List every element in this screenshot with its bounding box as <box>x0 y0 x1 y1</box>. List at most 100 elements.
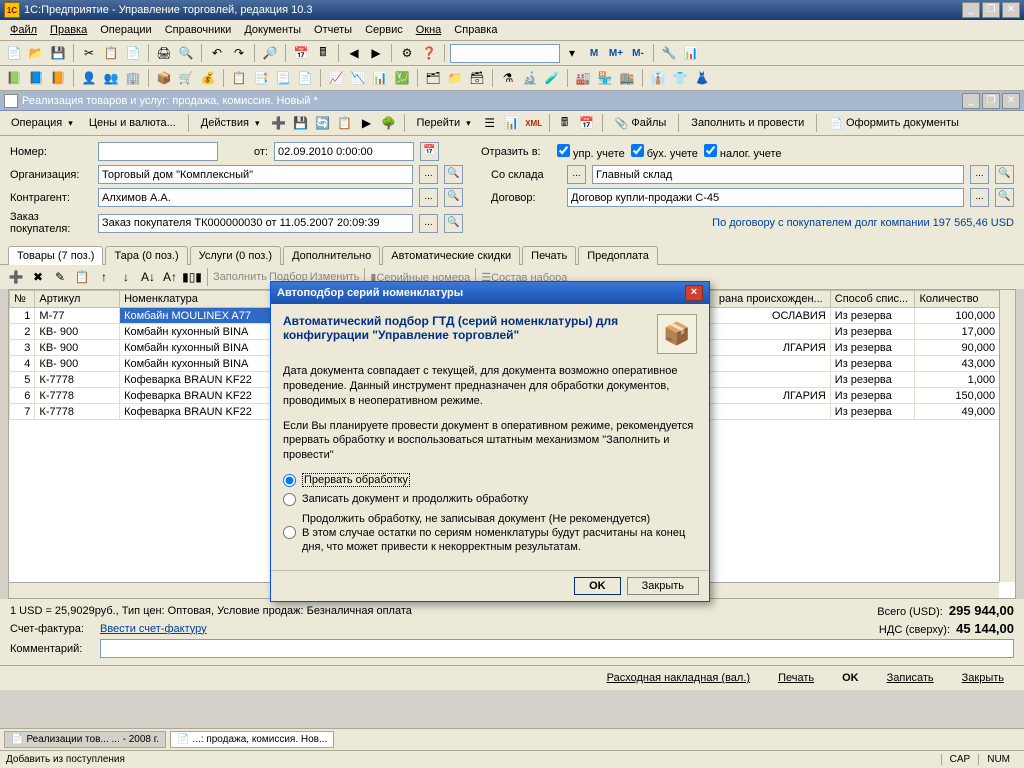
tb2-icon[interactable]: 📉 <box>348 68 368 88</box>
doc-minimize-button[interactable]: _ <box>962 93 980 109</box>
tb2-icon[interactable]: 👕 <box>670 68 690 88</box>
tb2-icon[interactable]: 📦 <box>154 68 174 88</box>
debt-link[interactable]: По договору с покупателем долг компании … <box>469 217 1014 229</box>
cal2-icon[interactable]: 📅 <box>577 113 597 133</box>
radio-save-continue[interactable]: Записать документ и продолжить обработку <box>283 492 697 506</box>
sort-za-icon[interactable]: A↑ <box>160 267 180 287</box>
menu-file[interactable]: Файл <box>4 22 43 38</box>
close-button[interactable]: ✕ <box>1002 2 1020 18</box>
org-choose-button[interactable]: ... <box>419 165 438 184</box>
tb2-icon[interactable]: 📊 <box>370 68 390 88</box>
list-icon[interactable]: ☰ <box>480 113 500 133</box>
minimize-button[interactable]: _ <box>962 2 980 18</box>
tb2-icon[interactable]: 📈 <box>326 68 346 88</box>
menu-help[interactable]: Справка <box>448 22 503 38</box>
copy-icon[interactable]: 📋 <box>101 43 121 63</box>
contr-open-button[interactable]: 🔍 <box>444 188 463 207</box>
calc-dropdown-icon[interactable]: ▾ <box>562 43 582 63</box>
copy-doc-icon[interactable]: 📋 <box>335 113 355 133</box>
tab-tara[interactable]: Тара (0 поз.) <box>105 246 187 265</box>
prev-icon[interactable]: ◀ <box>344 43 364 63</box>
issue-docs-button[interactable]: 📄Оформить документы <box>822 115 966 132</box>
order-choose-button[interactable]: ... <box>419 214 438 233</box>
tool2-icon[interactable]: 🔧 <box>659 43 679 63</box>
tb2-icon[interactable]: 🏪 <box>595 68 615 88</box>
actions-button[interactable]: Действия <box>194 115 267 131</box>
open-icon[interactable]: 📂 <box>26 43 46 63</box>
contr-choose-button[interactable]: ... <box>419 188 438 207</box>
tab-discounts[interactable]: Автоматические скидки <box>382 246 520 265</box>
tab-services[interactable]: Услуги (0 поз.) <box>190 246 281 265</box>
tb2-icon[interactable]: 🛒 <box>176 68 196 88</box>
chk-nal[interactable]: налог. учете <box>704 144 782 160</box>
grid-vscroll[interactable] <box>999 290 1015 582</box>
barcode-icon[interactable]: ▮▯▮ <box>182 267 202 287</box>
up-icon[interactable]: ↑ <box>94 267 114 287</box>
mem-m-button[interactable]: M <box>584 43 604 63</box>
tab-print[interactable]: Печать <box>522 246 576 265</box>
go-button[interactable]: Перейти <box>410 115 478 131</box>
menu-documents[interactable]: Документы <box>238 22 307 38</box>
report-icon[interactable]: 📊 <box>502 113 522 133</box>
struct-icon[interactable]: 🌳 <box>379 113 399 133</box>
tool-icon[interactable]: ⚙ <box>397 43 417 63</box>
tab-additional[interactable]: Дополнительно <box>283 246 380 265</box>
tb2-icon[interactable]: 🏬 <box>617 68 637 88</box>
del-row-icon[interactable]: ✖ <box>28 267 48 287</box>
xml-icon[interactable]: XML <box>524 113 544 133</box>
number-input[interactable] <box>98 142 218 161</box>
tb2-icon[interactable]: 🏭 <box>573 68 593 88</box>
comment-input[interactable] <box>100 639 1014 658</box>
down-icon[interactable]: ↓ <box>116 267 136 287</box>
radio-abort-input[interactable] <box>283 474 296 487</box>
post-doc-icon[interactable]: ▶ <box>357 113 377 133</box>
doc-close-button[interactable]: ✕ <box>1002 93 1020 109</box>
org-open-button[interactable]: 🔍 <box>444 165 463 184</box>
close-doc-button[interactable]: Закрыть <box>952 670 1014 686</box>
post-icon[interactable]: ➕ <box>269 113 289 133</box>
next-icon[interactable]: ▶ <box>366 43 386 63</box>
tb2-icon[interactable]: 🗃 <box>467 68 487 88</box>
org-input[interactable] <box>98 165 413 184</box>
menu-windows[interactable]: Окна <box>410 22 448 38</box>
date-picker-button[interactable]: 📅 <box>420 142 439 161</box>
order-open-button[interactable]: 🔍 <box>444 214 463 233</box>
chk-upr[interactable]: упр. учете <box>557 144 625 160</box>
add-row-icon[interactable]: ➕ <box>6 267 26 287</box>
tool3-icon[interactable]: 📊 <box>681 43 701 63</box>
chk-buh[interactable]: бух. учете <box>631 144 698 160</box>
tb2-icon[interactable]: 📄 <box>295 68 315 88</box>
new-icon[interactable]: 📄 <box>4 43 24 63</box>
col-nomenclature[interactable]: Номенклатура <box>120 291 279 308</box>
tb2-icon[interactable]: 👗 <box>692 68 712 88</box>
tb2-icon[interactable]: 📗 <box>4 68 24 88</box>
modal-close-btn[interactable]: Закрыть <box>627 577 699 595</box>
radio-save-input[interactable] <box>283 493 296 506</box>
save-icon[interactable]: 💾 <box>48 43 68 63</box>
tab-goods[interactable]: Товары (7 поз.) <box>8 246 103 265</box>
modal-close-button[interactable]: × <box>685 285 703 301</box>
sort-az-icon[interactable]: A↓ <box>138 267 158 287</box>
col-n[interactable]: № <box>10 291 35 308</box>
tb2-icon[interactable]: 👔 <box>648 68 668 88</box>
calc-doc-icon[interactable]: 🖩 <box>555 113 575 133</box>
dog-choose-button[interactable]: ... <box>970 188 989 207</box>
taskbar-item[interactable]: 📄...: продажа, комиссия. Нов... <box>170 731 334 748</box>
preview-icon[interactable]: 🔍 <box>176 43 196 63</box>
invoice-link[interactable]: Расходная накладная (вал.) <box>597 670 760 686</box>
tab-prepay[interactable]: Предоплата <box>578 246 658 265</box>
sf-link[interactable]: Ввести счет-фактуру <box>100 623 207 635</box>
radio-abort[interactable]: Прервать обработку <box>283 473 697 487</box>
contr-input[interactable] <box>98 188 413 207</box>
tb2-icon[interactable]: 👥 <box>101 68 121 88</box>
calc-input[interactable] <box>450 44 560 63</box>
operation-button[interactable]: Операция <box>4 115 80 131</box>
redo-icon[interactable]: ↷ <box>229 43 249 63</box>
edit-row-icon[interactable]: ✎ <box>50 267 70 287</box>
menu-operations[interactable]: Операции <box>94 22 157 38</box>
menu-catalogs[interactable]: Справочники <box>159 22 238 38</box>
col-method[interactable]: Способ спис... <box>830 291 915 308</box>
print-button[interactable]: Печать <box>768 670 824 686</box>
doc-restore-button[interactable]: ❐ <box>982 93 1000 109</box>
find-icon[interactable]: 🔎 <box>260 43 280 63</box>
